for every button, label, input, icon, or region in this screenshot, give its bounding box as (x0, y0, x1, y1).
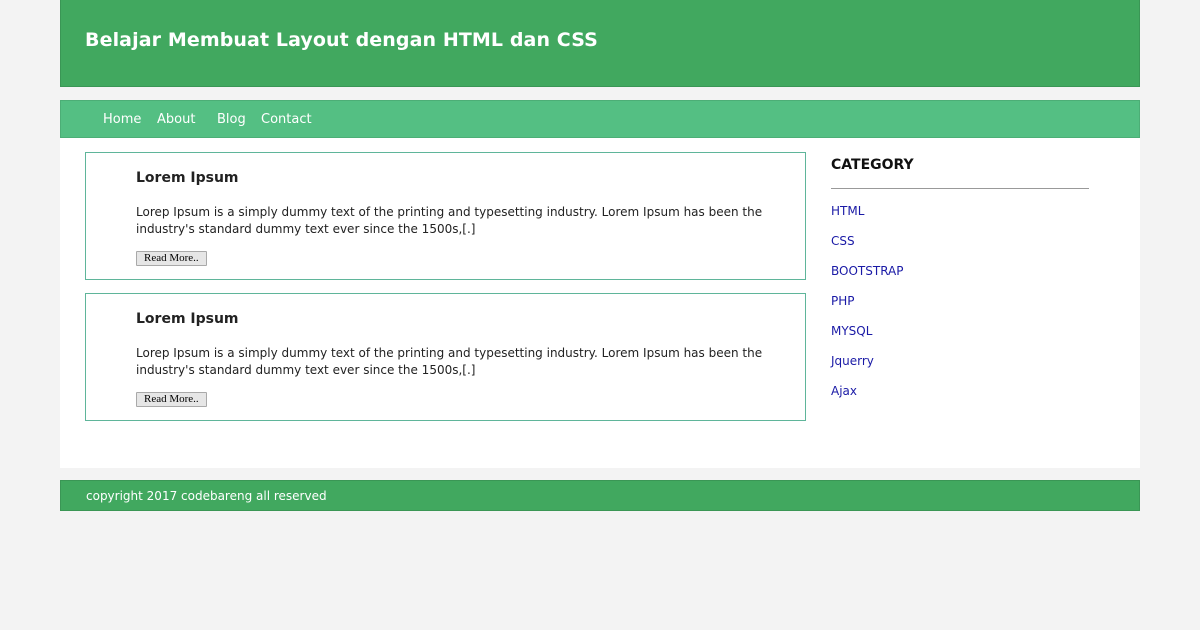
article-excerpt: Lorep Ipsum is a simply dummy text of th… (136, 205, 763, 236)
nav-item-home[interactable]: Home (103, 112, 141, 127)
article-title: Lorem Ipsum (136, 170, 239, 186)
article-excerpt: Lorep Ipsum is a simply dummy text of th… (136, 346, 763, 377)
category-link-mysql[interactable]: MYSQL (831, 324, 872, 338)
category-link-bootstrap[interactable]: BOOTSTRAP (831, 264, 904, 278)
sidebar-title: CATEGORY (831, 157, 914, 173)
copyright-text: copyright 2017 codebareng all reserved (86, 489, 327, 503)
nav-item-blog[interactable]: Blog (217, 112, 246, 127)
site-title: Belajar Membuat Layout dengan HTML dan C… (85, 29, 598, 51)
site-header: Belajar Membuat Layout dengan HTML dan C… (60, 0, 1140, 87)
main-content: Lorem Ipsum Lorep Ipsum is a simply dumm… (60, 138, 1140, 468)
read-more-button[interactable]: Read More.. (136, 392, 207, 407)
main-nav: Home About Blog Contact (60, 100, 1140, 138)
page-wrapper: Belajar Membuat Layout dengan HTML dan C… (60, 0, 1140, 511)
category-link-php[interactable]: PHP (831, 294, 855, 308)
site-footer: copyright 2017 codebareng all reserved (60, 480, 1140, 511)
category-link-ajax[interactable]: Ajax (831, 384, 857, 398)
article-card: Lorem Ipsum Lorep Ipsum is a simply dumm… (85, 293, 806, 421)
article-title: Lorem Ipsum (136, 311, 239, 327)
category-link-html[interactable]: HTML (831, 204, 864, 218)
sidebar-divider (831, 188, 1089, 189)
category-link-css[interactable]: CSS (831, 234, 855, 248)
category-link-jquerry[interactable]: Jquerry (831, 354, 874, 368)
nav-item-about[interactable]: About (157, 112, 195, 127)
read-more-button[interactable]: Read More.. (136, 251, 207, 266)
article-card: Lorem Ipsum Lorep Ipsum is a simply dumm… (85, 152, 806, 280)
nav-item-contact[interactable]: Contact (261, 112, 312, 127)
